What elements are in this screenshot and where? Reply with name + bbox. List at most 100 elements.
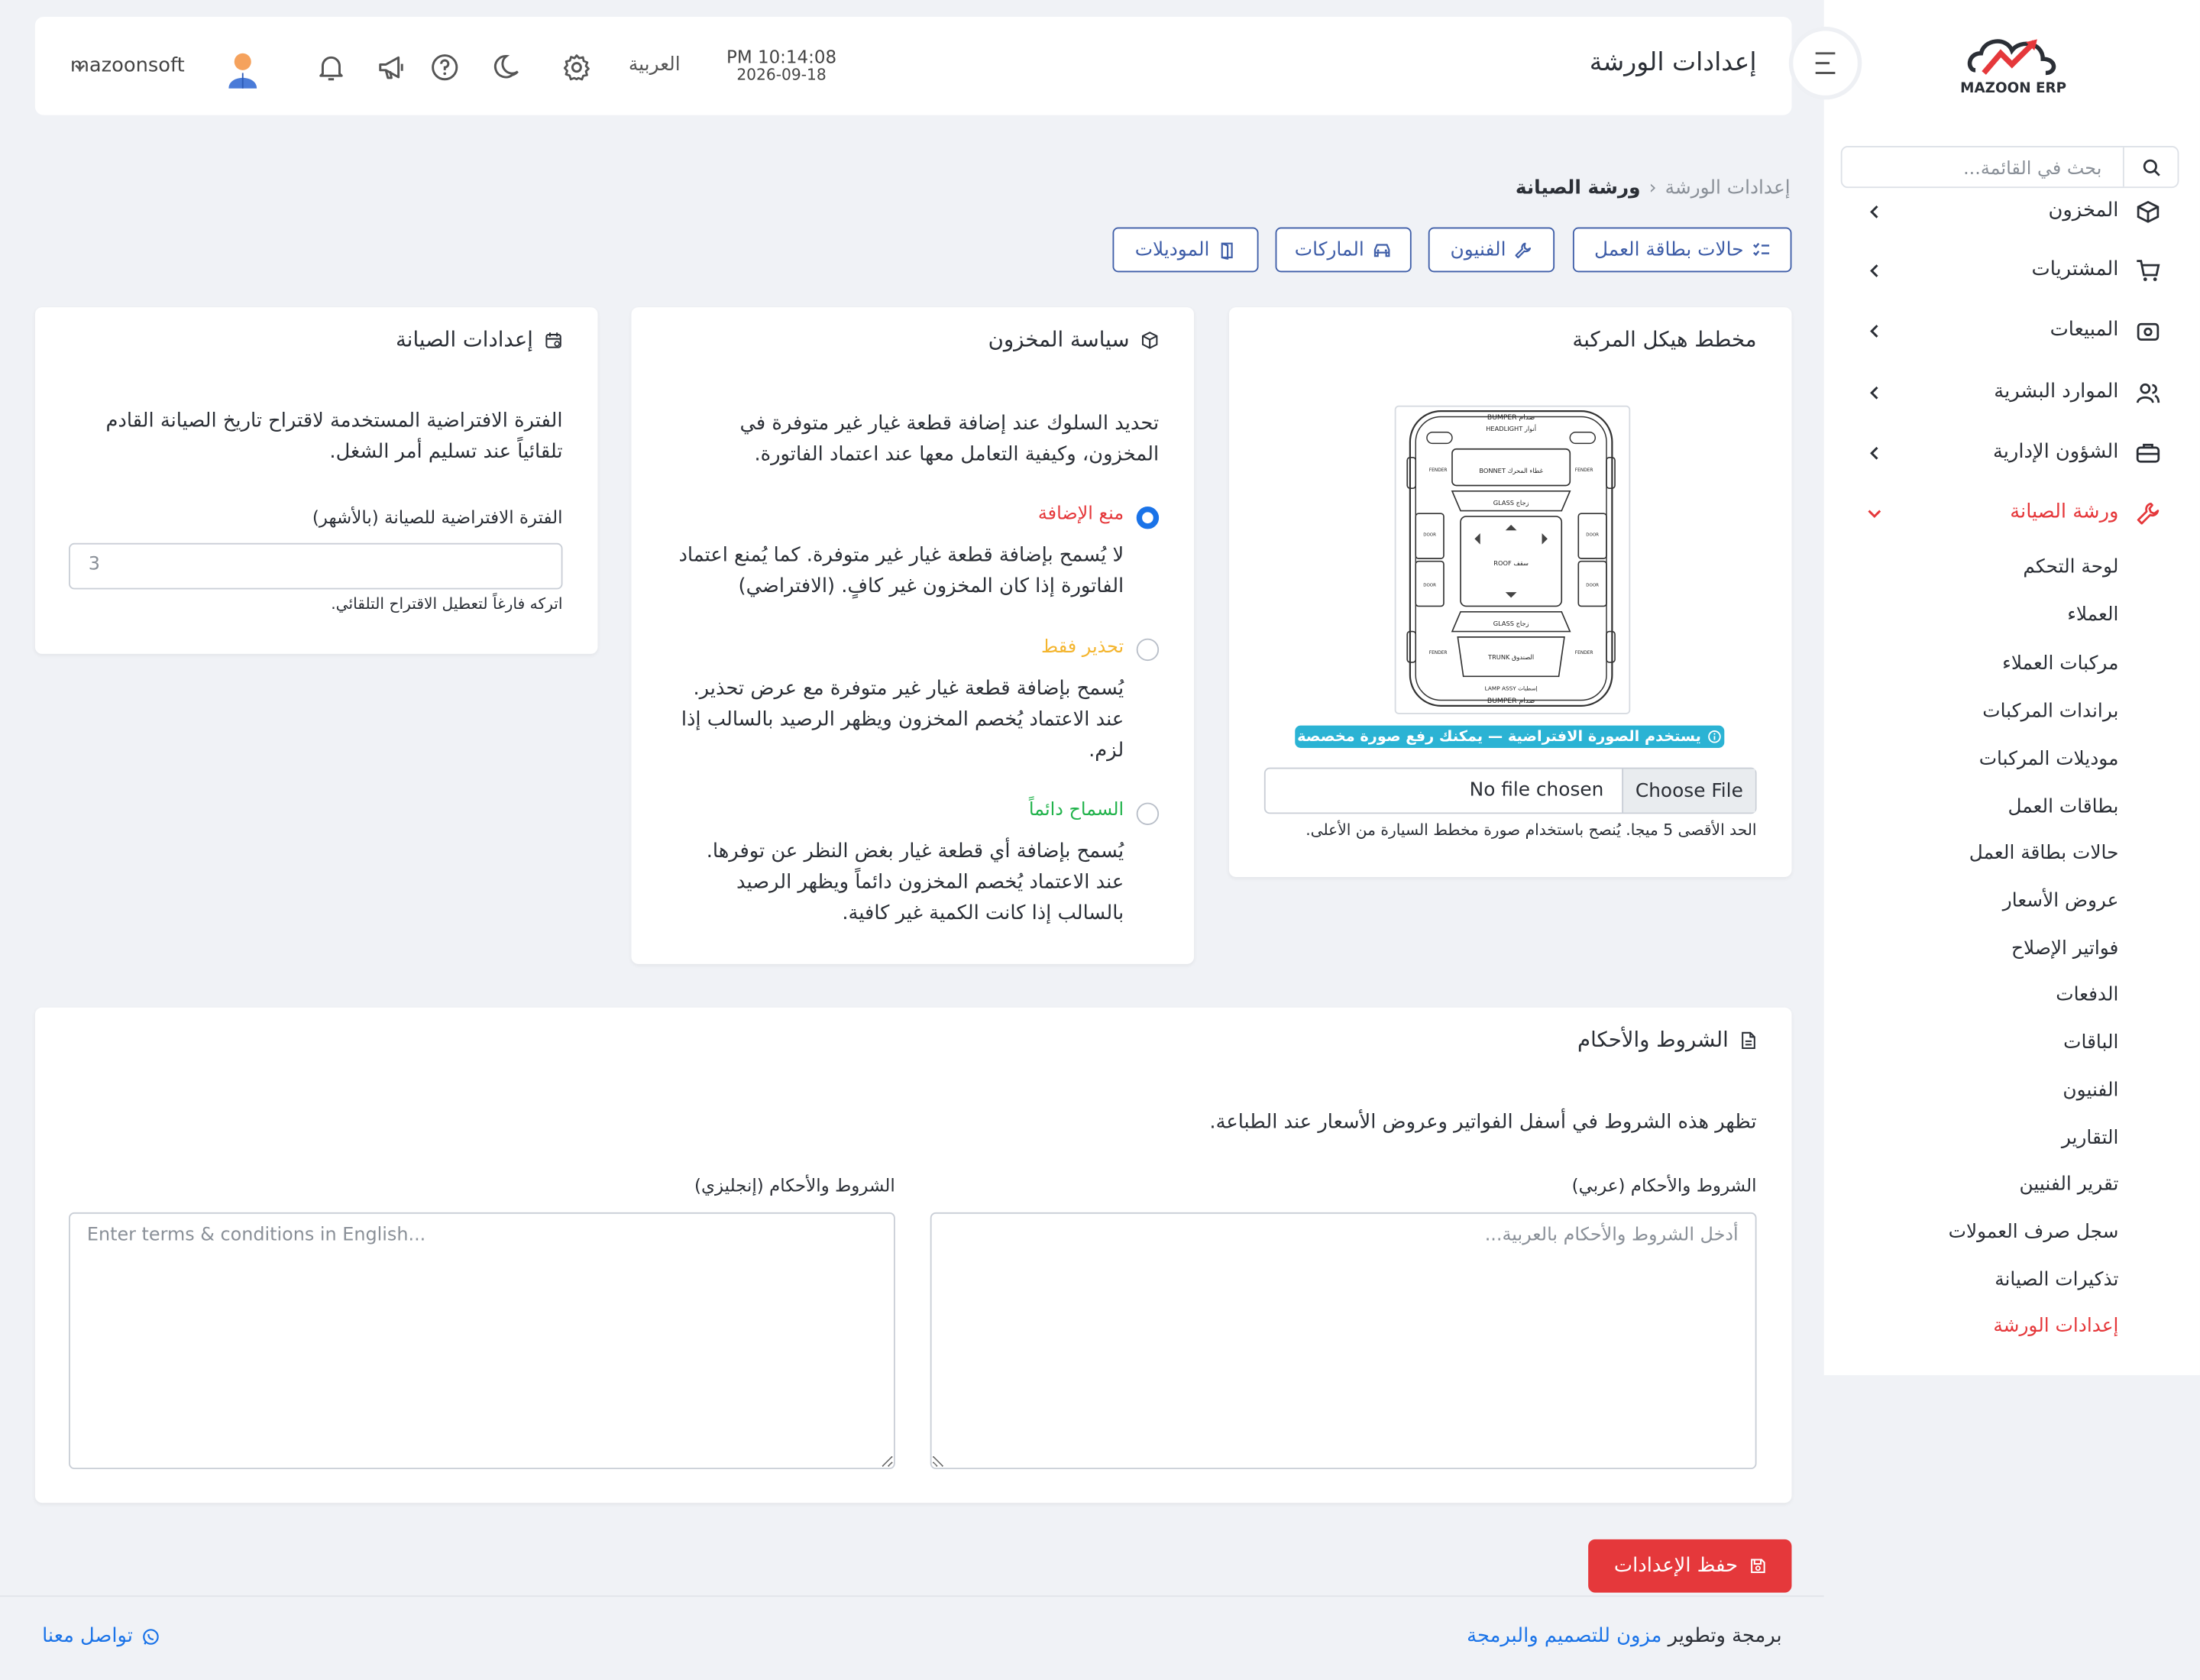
chevron-down-icon[interactable]	[73, 60, 87, 74]
contact-us-link[interactable]: تواصل معنا	[42, 1625, 160, 1647]
sidebar-item-label: المشتريات	[2031, 257, 2119, 281]
default-image-badge: يستخدم الصورة الافتراضية — يمكنك رفع صور…	[1295, 725, 1725, 748]
terms-en-textarea[interactable]	[68, 1212, 895, 1470]
door-icon	[1218, 241, 1236, 259]
brands-button[interactable]: الماركات	[1275, 227, 1412, 273]
sidebar-subitem-commissions-log[interactable]: سجل صرف العمولات	[1949, 1221, 2119, 1243]
file-status: No file chosen	[1469, 778, 1604, 801]
footer-credit-prefix: برمجة وتطوير	[1668, 1624, 1782, 1648]
sidebar-toggle-button[interactable]	[1793, 31, 1858, 95]
sidebar-subitem-technicians[interactable]: الفنيون	[2062, 1079, 2118, 1101]
period-field-hint: اتركه فارغاً لتعطيل الاقتراح التلقائي.	[331, 594, 563, 613]
list-check-icon	[1752, 241, 1771, 259]
sidebar-subitem-reports[interactable]: التقارير	[2062, 1127, 2119, 1149]
radio-warn-only[interactable]	[1136, 638, 1160, 662]
wrench-icon	[1514, 241, 1532, 259]
moon-icon[interactable]	[491, 52, 522, 83]
diagram-label-fender: FENDER	[1429, 468, 1448, 473]
sidebar-subitem-customers[interactable]: العملاء	[2067, 604, 2118, 626]
models-button[interactable]: الموديلات	[1112, 227, 1259, 273]
document-icon	[1740, 1031, 1757, 1049]
option-label-allow[interactable]: السماح دائماً	[1029, 800, 1124, 821]
footer-credit: برمجة وتطوير مزون للتصميم والبرمجة	[1467, 1625, 1781, 1647]
period-input-value: 3	[88, 554, 100, 576]
radio-always-allow[interactable]	[1136, 802, 1160, 825]
technicians-button[interactable]: الفنيون	[1428, 227, 1555, 273]
sidebar-item-label: المبيعات	[2050, 318, 2119, 342]
vehicle-diagram-image: BUMPER صدام HEADLIGHT أنوار BONNET غطاء …	[1394, 405, 1631, 714]
sidebar-subitem-vehicle-brands[interactable]: براندات المركبات	[1982, 701, 2118, 723]
radio-block-add[interactable]	[1136, 507, 1160, 529]
maintenance-settings-card: إعدادات الصيانة الفترة الافتراضية المستخ…	[34, 307, 598, 654]
sidebar-item-admin[interactable]: الشؤون الإدارية	[1824, 432, 2200, 474]
job-card-statuses-button[interactable]: حالات بطاقة العمل	[1572, 227, 1792, 273]
sidebar-subitem-packages[interactable]: الباقات	[2063, 1031, 2118, 1054]
sidebar-item-sales[interactable]: المبيعات	[1824, 310, 2200, 352]
brand-name: MAZOON ERP	[1960, 81, 2067, 97]
sidebar-search-input[interactable]	[1846, 147, 2105, 189]
sidebar-subitem-customer-vehicles[interactable]: مركبات العملاء	[2002, 652, 2118, 675]
language-switch[interactable]: العربية	[629, 53, 681, 76]
chevron-left-icon	[1866, 384, 1883, 401]
footer-credit-link[interactable]: مزون للتصميم والبرمجة	[1467, 1625, 1661, 1647]
diagram-label-fender: FENDER	[1429, 651, 1448, 655]
gear-icon[interactable]	[561, 52, 592, 83]
option-desc-warn: يُسمح بإضافة قطعة غيار غير متوفرة مع عرض…	[681, 678, 1124, 762]
sidebar-subitem-job-cards[interactable]: بطاقات العمل	[2007, 795, 2118, 817]
megaphone-icon[interactable]	[376, 52, 406, 83]
option-label-block[interactable]: منع الإضافة	[1038, 503, 1124, 525]
period-input[interactable]: 3	[68, 542, 563, 590]
card-title: إعدادات الصيانة	[396, 326, 533, 353]
page-title: إعدادات الورشة	[1589, 47, 1757, 78]
box-icon	[1140, 331, 1159, 349]
sidebar-subitem-dashboard[interactable]: لوحة التحكم	[2023, 555, 2118, 578]
clock: PM 10:14:08 2026-09-18	[726, 47, 838, 84]
breadcrumb-parent[interactable]: ورشة الصيانة	[1516, 176, 1641, 199]
badge-text: يستخدم الصورة الافتراضية — يمكنك رفع صور…	[1297, 728, 1701, 746]
search-icon[interactable]	[2122, 147, 2178, 187]
card-title-row: إعدادات الصيانة	[396, 327, 563, 352]
sidebar-subitem-vehicle-models[interactable]: موديلات المركبات	[1979, 748, 2119, 770]
sidebar-subitem-repair-invoices[interactable]: فواتير الإصلاح	[2011, 937, 2118, 960]
button-label: حفظ الإعدادات	[1613, 1555, 1738, 1578]
sidebar-subitem-payments[interactable]: الدفعات	[2056, 984, 2118, 1006]
sidebar-item-workshop[interactable]: ورشة الصيانة	[1824, 493, 2200, 535]
diagram-label-fender: FENDER	[1575, 468, 1593, 473]
box-icon	[2135, 199, 2160, 225]
breadcrumb-separator: ‹	[1648, 176, 1657, 199]
breadcrumb: إعدادات الورشة ‹ ورشة الصيانة	[1516, 176, 1791, 199]
chevron-left-icon	[1866, 322, 1883, 339]
option-desc-allow: يُسمح بإضافة أي قطعة غيار بغض النظر عن ت…	[706, 840, 1124, 925]
diagram-label-door: DOOR	[1586, 584, 1599, 588]
car-icon	[1373, 241, 1393, 259]
sidebar-item-inventory[interactable]: المخزون	[1824, 191, 2200, 233]
sidebar-subitem-technicians-report[interactable]: تقرير الفنيين	[2019, 1173, 2118, 1195]
info-icon	[1708, 730, 1722, 743]
sidebar-item-purchases[interactable]: المشتريات	[1824, 250, 2200, 292]
choose-file-button[interactable]: Choose File	[1622, 769, 1755, 813]
terms-description: تظهر هذه الشروط في أسفل الفواتير وعروض ا…	[1209, 1111, 1757, 1135]
chevron-down-icon	[1866, 505, 1883, 522]
inventory-policy-card: سياسة المخزون تحديد السلوك عند إضافة قطع…	[631, 307, 1195, 964]
sidebar-item-hr[interactable]: الموارد البشرية	[1824, 372, 2200, 414]
file-input[interactable]: Choose File No file chosen	[1263, 767, 1757, 814]
sidebar-item-label: الشؤون الإدارية	[1992, 440, 2119, 464]
avatar[interactable]	[225, 50, 261, 89]
help-icon[interactable]	[429, 52, 460, 83]
chevron-left-icon	[1866, 203, 1883, 220]
bell-icon[interactable]	[315, 52, 346, 83]
sidebar-subitem-quotations[interactable]: عروض الأسعار	[2003, 889, 2119, 911]
sidebar-subitem-maintenance-reminders[interactable]: تذكيرات الصيانة	[1995, 1268, 2118, 1290]
save-settings-button[interactable]: حفظ الإعدادات	[1588, 1539, 1792, 1593]
option-label-warn[interactable]: تحذير فقط	[1041, 637, 1124, 659]
terms-ar-textarea[interactable]	[930, 1212, 1757, 1470]
sidebar-subitem-workshop-settings[interactable]: إعدادات الورشة	[1993, 1315, 2118, 1337]
diagram-label-bumper-rear: BUMPER صدام	[1487, 697, 1535, 705]
option-desc-block: لا يُسمح بإضافة قطعة غيار غير متوفرة. كم…	[678, 544, 1124, 598]
sidebar-subitem-job-card-statuses[interactable]: حالات بطاقة العمل	[1969, 842, 2119, 864]
diagram-label-headlight: HEADLIGHT أنوار	[1486, 424, 1536, 432]
cart-icon	[2135, 258, 2160, 283]
users-icon	[2135, 380, 2160, 406]
username[interactable]: mazoonsoft	[70, 55, 185, 77]
clock-time: PM 10:14:08	[726, 46, 837, 68]
